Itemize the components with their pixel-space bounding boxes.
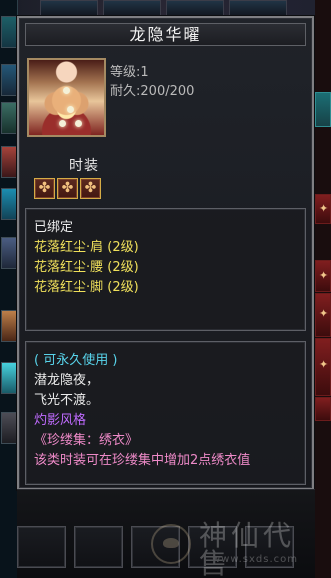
left-slot[interactable] <box>1 362 17 394</box>
left-slot[interactable] <box>1 237 17 269</box>
item-icon <box>27 58 106 137</box>
bottom-slot[interactable] <box>17 526 66 568</box>
ornament-slots: ✤ ✤ ✤ <box>34 178 101 199</box>
left-slot[interactable] <box>1 102 17 134</box>
durability-label: 耐久 <box>110 84 137 99</box>
collection-name: 《珍缕集：绣衣》 <box>34 433 139 448</box>
left-slot[interactable] <box>1 146 17 178</box>
binding-info-box: 已绑定 花落红尘·肩 (2级) 花落红尘·腰 (2级) 花落红尘·脚 (2级) <box>25 208 306 331</box>
top-ui-strip <box>0 0 331 17</box>
right-slot[interactable]: ✦ <box>315 293 331 337</box>
left-slot[interactable] <box>1 310 17 342</box>
bottom-slot[interactable] <box>131 526 180 568</box>
bound-part: 花落红尘·腰 (2级) <box>34 260 139 275</box>
lore-line: 潜龙隐夜， <box>34 373 100 388</box>
decorative-glyph-icon: ✦ <box>319 202 329 215</box>
left-slot[interactable] <box>1 188 17 220</box>
decorative-glyph-icon: ✦ <box>319 358 329 371</box>
lore-line: 飞光不渡。 <box>34 393 100 408</box>
decorative-glyph-icon: ✦ <box>319 269 329 282</box>
decorative-glyph-icon: ✦ <box>319 307 329 320</box>
right-slot[interactable]: ✦ <box>315 194 331 224</box>
left-slot[interactable] <box>1 64 17 96</box>
item-tooltip: 龙隐华曜 等级:1 耐久:200/200 时装 ✤ ✤ ✤ 已绑定 花落红尘·肩… <box>17 16 314 490</box>
ornament-icon: ✤ <box>61 179 74 196</box>
ornament-slot: ✤ <box>34 178 55 199</box>
collection-effect: 该类时装可在珍缕集中增加2点绣衣值 <box>34 453 251 468</box>
style-name: 灼影风格 <box>34 413 87 428</box>
top-thumbnail[interactable] <box>40 0 98 17</box>
gem-icon <box>67 106 74 113</box>
gem-icon <box>59 120 66 127</box>
left-slot[interactable] <box>1 412 17 444</box>
gem-icon <box>75 120 82 127</box>
right-side-bar: ✦ ✦ ✦ ✦ <box>315 0 331 578</box>
bottom-slot[interactable] <box>245 526 294 568</box>
bottom-slot[interactable] <box>74 526 123 568</box>
top-thumbnail[interactable] <box>229 0 287 17</box>
left-side-bar <box>0 0 18 578</box>
item-type-label: 时装 <box>69 158 99 174</box>
left-slot[interactable] <box>1 16 17 48</box>
durability-value: 200/200 <box>140 84 195 99</box>
ornament-icon: ✤ <box>38 179 51 196</box>
level-value: 1 <box>140 65 149 80</box>
ornament-slot: ✤ <box>80 178 101 199</box>
right-slot[interactable] <box>315 92 331 127</box>
bound-status: 已绑定 <box>34 220 74 235</box>
bottom-action-bar <box>17 489 315 578</box>
game-screen: ✦ ✦ ✦ ✦ 龙隐华曜 等级:1 耐久:200/200 时装 ✤ ✤ ✤ 已绑… <box>0 0 331 578</box>
item-title: 龙隐华曜 <box>25 23 306 46</box>
costume-portrait-icon <box>29 60 104 135</box>
level-label: 等级 <box>110 65 137 80</box>
level-row: 等级:1 <box>110 63 194 82</box>
right-slot[interactable]: ✦ <box>315 338 331 396</box>
right-slot[interactable] <box>315 397 331 421</box>
bottom-slot[interactable] <box>188 526 237 568</box>
description-box: ( 可永久使用 ) 潜龙隐夜， 飞光不渡。 灼影风格 《珍缕集：绣衣》 该类时装… <box>25 341 306 485</box>
ornament-icon: ✤ <box>84 179 97 196</box>
bound-part: 花落红尘·脚 (2级) <box>34 280 139 295</box>
ornament-slot: ✤ <box>57 178 78 199</box>
gem-icon <box>63 87 70 94</box>
usage-text: ( 可永久使用 ) <box>34 353 118 368</box>
top-thumbnail[interactable] <box>103 0 161 17</box>
bound-part: 花落红尘·肩 (2级) <box>34 240 139 255</box>
durability-row: 耐久:200/200 <box>110 82 194 101</box>
right-slot[interactable]: ✦ <box>315 260 331 292</box>
item-stats: 等级:1 耐久:200/200 <box>110 63 194 101</box>
top-thumbnail[interactable] <box>166 0 224 17</box>
